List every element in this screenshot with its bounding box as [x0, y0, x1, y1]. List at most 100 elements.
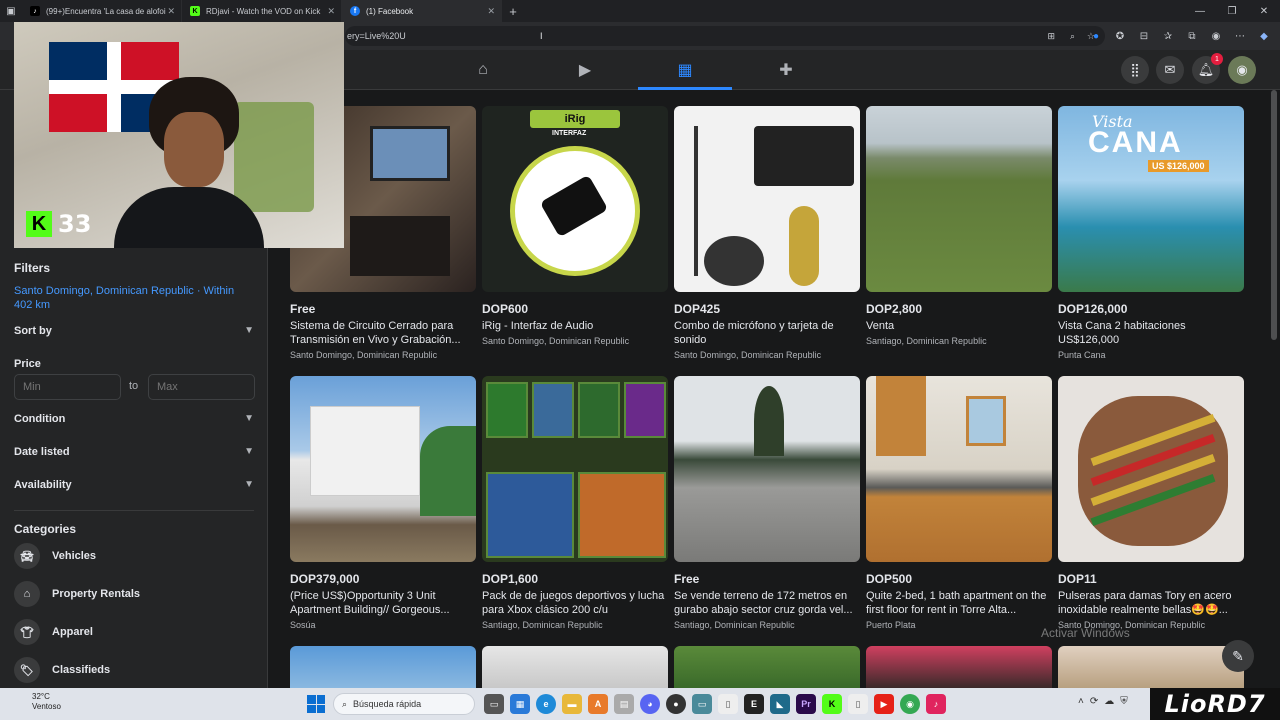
collections-icon[interactable]: ⧉: [1184, 26, 1200, 46]
listing-card[interactable]: [674, 646, 860, 688]
listing-card[interactable]: Vista CANA US $126,000 DOP126,000 Vista …: [1058, 106, 1244, 360]
condition-dropdown[interactable]: Condition ▼: [14, 413, 254, 425]
listing-card[interactable]: DOP425 Combo de micrófono y tarjeta de s…: [674, 106, 860, 360]
close-window-icon[interactable]: ✕: [1248, 6, 1280, 17]
category-property-rentals[interactable]: ⌂ Property Rentals: [14, 580, 254, 608]
favorites-icon[interactable]: ✰: [1160, 26, 1176, 46]
home-icon[interactable]: ⌂: [471, 58, 495, 82]
zoom-icon[interactable]: ⌕: [1070, 31, 1075, 42]
document-icon[interactable]: ▯: [718, 694, 738, 714]
kick-taskbar-icon[interactable]: K: [822, 694, 842, 714]
availability-dropdown[interactable]: Availability ▼: [14, 479, 254, 491]
listing-price: DOP2,800: [866, 302, 923, 316]
folder-icon[interactable]: ▬: [562, 694, 582, 714]
extensions-icon[interactable]: ✪: [1112, 26, 1128, 46]
listing-card[interactable]: DOP500 Quite 2-bed, 1 bath apartment on …: [866, 376, 1052, 630]
listing-card[interactable]: DOP379,000 (Price US$)Opportunity 3 Unit…: [290, 376, 476, 630]
close-icon[interactable]: ✕: [487, 6, 495, 17]
new-tab-button[interactable]: +: [502, 0, 524, 22]
close-icon[interactable]: ✕: [167, 6, 175, 17]
listing-title: Combo de micrófono y tarjeta de sonido: [674, 320, 834, 346]
profile-icon[interactable]: ◉: [1208, 26, 1224, 46]
task-view-icon[interactable]: ▭: [484, 694, 504, 714]
date-listed-dropdown[interactable]: Date listed ▼: [14, 446, 254, 458]
category-vehicles[interactable]: 🚘︎ Vehicles: [14, 542, 254, 570]
messenger-icon[interactable]: ✉: [1156, 56, 1184, 84]
close-icon[interactable]: ✕: [327, 6, 335, 17]
listing-title: iRig - Interfaz de Audio: [482, 320, 594, 332]
app-available-icon[interactable]: ⊞: [1047, 31, 1055, 42]
listing-image: [866, 106, 1052, 292]
filters-title: Filters: [14, 261, 51, 275]
tiktok-taskbar-icon[interactable]: ♪: [926, 694, 946, 714]
menu-grid-icon[interactable]: ⣿: [1121, 56, 1149, 84]
listing-card[interactable]: [866, 646, 1052, 688]
premiere-icon[interactable]: Pr: [796, 694, 816, 714]
url-field[interactable]: ery=Live%20U I ⊞ ⌕ ☆: [345, 26, 1105, 46]
marketplace-icon[interactable]: ▦: [673, 58, 697, 82]
tab-facebook[interactable]: f (1) Facebook ✕: [342, 0, 502, 22]
windows-start-icon[interactable]: [307, 695, 325, 713]
listing-title: (Price US$)Opportunity 3 Unit Apartment …: [290, 590, 450, 616]
copilot-icon[interactable]: ◆: [1256, 26, 1272, 46]
page-scrollbar[interactable]: [1271, 90, 1277, 340]
vscode-icon[interactable]: ◣: [770, 694, 790, 714]
weather-widget[interactable]: 32°C Ventoso: [12, 692, 61, 712]
files-icon[interactable]: ▤: [614, 694, 634, 714]
windows-taskbar: 32°C Ventoso ⌕ Búsqueda rápida ▭ ▦ e ▬ A…: [0, 688, 1280, 720]
listing-price: DOP126,000: [1058, 302, 1128, 316]
gaming-icon[interactable]: ✚: [774, 58, 798, 82]
app-icon[interactable]: A: [588, 694, 608, 714]
discord-icon[interactable]: ◕: [640, 694, 660, 714]
category-apparel[interactable]: 👕︎ Apparel: [14, 618, 254, 646]
tab-encuentra[interactable]: ♪ (99+)Encuentra 'La casa de alofoi ✕: [22, 0, 182, 22]
edge-icon[interactable]: e: [536, 694, 556, 714]
tab-kick[interactable]: K RDjavi - Watch the VOD on Kick ✕: [182, 0, 342, 22]
store-icon[interactable]: ▦: [510, 694, 530, 714]
facebook-icon: f: [350, 6, 360, 16]
listing-card[interactable]: Free Se vende terreno de 172 metros en g…: [674, 376, 860, 630]
window-menu-icon[interactable]: ▣: [0, 6, 22, 17]
split-screen-icon[interactable]: ⊟: [1136, 26, 1152, 46]
sort-by-dropdown[interactable]: Sort by ▼: [14, 325, 254, 337]
listing-card[interactable]: iRig INTERFAZ DOP600 iRig - Interfaz de …: [482, 106, 668, 346]
listing-card[interactable]: [1058, 646, 1244, 688]
listing-card[interactable]: [290, 646, 476, 688]
chrome-icon[interactable]: ◉: [900, 694, 920, 714]
cloud-icon[interactable]: ☁: [1104, 696, 1114, 707]
listing-card[interactable]: [482, 646, 668, 688]
max-price-input[interactable]: [148, 374, 255, 400]
extension-icon[interactable]: ●: [1088, 26, 1104, 46]
min-price-input[interactable]: [14, 374, 121, 400]
sync-icon[interactable]: ⟳: [1090, 696, 1098, 707]
more-icon[interactable]: ⋯: [1232, 26, 1248, 46]
viewer-count: 33: [58, 210, 92, 238]
compose-button[interactable]: ✎: [1222, 640, 1254, 672]
listing-card[interactable]: DOP11 Pulseras para damas Tory en acero …: [1058, 376, 1244, 630]
category-classifieds[interactable]: 🏷︎ Classifieds: [14, 656, 254, 684]
document-icon[interactable]: ▯: [848, 694, 868, 714]
listing-image: [482, 646, 668, 688]
maximize-icon[interactable]: ❐: [1216, 6, 1248, 17]
shirt-icon: 👕︎: [14, 619, 40, 645]
streamer-webcam-overlay: K 33: [14, 22, 344, 248]
location-filter[interactable]: Santo Domingo, Dominican Republic · With…: [14, 284, 254, 312]
notifications-icon[interactable]: 🔔︎ 1: [1192, 53, 1223, 84]
avatar[interactable]: ◉: [1228, 56, 1256, 84]
listing-card[interactable]: DOP2,800 Venta Santiago, Dominican Repub…: [866, 106, 1052, 346]
video-icon[interactable]: ▶: [573, 58, 597, 82]
screen-icon[interactable]: ▭: [692, 694, 712, 714]
chat-icon[interactable]: ●: [666, 694, 686, 714]
kick-viewer-counter: K 33: [26, 210, 91, 238]
listing-title: Vista Cana 2 habitaciones US$126,000: [1058, 320, 1186, 346]
shield-icon[interactable]: ⛨: [1120, 696, 1128, 707]
youtube-icon[interactable]: ▶: [874, 694, 894, 714]
listing-price: DOP1,600: [482, 572, 539, 586]
listing-title: Quite 2-bed, 1 bath apartment on the fir…: [866, 590, 1047, 616]
listing-title: Sistema de Circuito Cerrado para Transmi…: [290, 320, 461, 346]
epic-icon[interactable]: E: [744, 694, 764, 714]
chevron-up-icon[interactable]: ˄: [1078, 696, 1084, 707]
minimize-icon[interactable]: —: [1184, 6, 1216, 17]
taskbar-search[interactable]: ⌕ Búsqueda rápida: [333, 693, 475, 715]
listing-card[interactable]: DOP1,600 Pack de de juegos deportivos y …: [482, 376, 668, 630]
